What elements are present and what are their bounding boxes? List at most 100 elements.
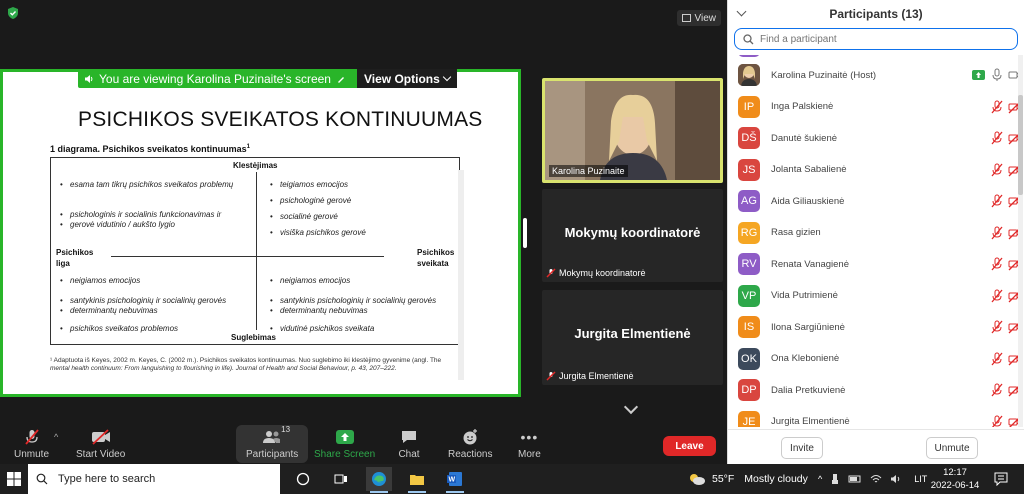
avatar — [738, 64, 760, 86]
participants-label: Participants — [246, 449, 299, 460]
tiles-scroll-down-icon[interactable] — [623, 399, 639, 415]
mic-muted-icon[interactable] — [990, 257, 1004, 271]
horizontal-axis — [111, 256, 384, 257]
panel-scrollbar[interactable] — [1018, 55, 1023, 427]
view-button[interactable]: View — [676, 10, 721, 26]
volume-icon[interactable] — [890, 474, 902, 484]
unmute-button[interactable]: Unmute — [14, 428, 49, 460]
q1-item-cont-text: gerovė vidutinio / aukšto lygio — [70, 220, 175, 229]
participant-row[interactable]: RV Renata Vanagienė — [728, 249, 1022, 279]
participant-row[interactable]: OK Ona Klebonienė — [728, 344, 1022, 374]
share-banner: You are viewing Karolina Puzinaite's scr… — [78, 69, 457, 88]
more-label: More — [518, 449, 541, 460]
participant-row[interactable]: JE Jurgita Elmentienė — [728, 407, 1022, 428]
label-bottom: Suglebimas — [231, 333, 276, 342]
weather-text: Mostly cloudy — [744, 473, 808, 485]
document-footnote: ¹ Adaptuota iš Keyes, 2002 m. Keyes, C. … — [50, 357, 462, 373]
chat-button[interactable]: Chat — [398, 428, 420, 460]
q2-item: psichologinė gerovė — [270, 196, 351, 206]
reactions-button[interactable]: Reactions — [448, 428, 492, 460]
mic-muted-icon[interactable] — [990, 100, 1004, 114]
mic-muted-icon[interactable] — [990, 163, 1004, 177]
cortana-icon[interactable] — [290, 467, 316, 491]
leave-button[interactable]: Leave — [663, 436, 716, 456]
mic-muted-icon[interactable] — [990, 352, 1004, 366]
mic-muted-icon[interactable] — [990, 194, 1004, 208]
mic-muted-icon[interactable] — [990, 226, 1004, 240]
participant-row[interactable]: DŠ Danutė šukienė — [728, 123, 1022, 153]
encryption-shield-icon[interactable] — [6, 6, 20, 20]
mic-muted-icon[interactable] — [990, 383, 1004, 397]
panel-footer: Invite Unmute — [728, 429, 1024, 464]
q3-item: santykinis psichologinių ir socialinių g… — [60, 296, 226, 306]
participant-name: Vida Putrimienė — [771, 290, 838, 301]
video-tile[interactable]: Mokymų koordinatorė Mokymų koordinatorė — [542, 189, 723, 282]
clock-time: 12:17 — [943, 467, 967, 478]
share-screen-button[interactable]: Share Screen — [314, 428, 375, 460]
mic-muted-icon — [546, 268, 556, 278]
split-resize-handle[interactable] — [523, 218, 527, 248]
tile-name: Mokymų koordinatorė — [559, 268, 646, 278]
annotate-icon[interactable] — [336, 74, 346, 84]
mic-icon[interactable] — [990, 68, 1004, 82]
participant-row[interactable]: VP Vida Putrimienė — [728, 281, 1022, 311]
invite-button[interactable]: Invite — [781, 437, 823, 459]
tile-display-name: Mokymų koordinatorė — [564, 225, 701, 240]
chat-label: Chat — [398, 449, 420, 460]
mic-muted-icon[interactable] — [990, 415, 1004, 428]
participant-row[interactable]: IP Inga Palskienė — [728, 92, 1022, 122]
windows-start-icon[interactable] — [7, 472, 21, 486]
notifications-icon[interactable] — [994, 472, 1008, 486]
clock[interactable]: 12:17 2022-06-14 — [930, 466, 980, 492]
task-view-icon[interactable] — [328, 467, 354, 491]
label-right-2: sveikata — [417, 259, 449, 268]
avatar: JS — [738, 158, 760, 181]
video-tile-active-speaker[interactable]: Karolina Puzinaite — [542, 78, 723, 183]
tile-name-row: Jurgita Elmentienė — [546, 371, 634, 381]
label-left-2: liga — [56, 259, 70, 268]
battery-icon[interactable] — [848, 474, 862, 484]
start-video-button[interactable]: Start Video — [76, 428, 125, 460]
weather-temp: 55°F — [712, 473, 735, 485]
participants-button[interactable]: 13 Participants — [236, 425, 309, 463]
weather-widget[interactable]: 55°F Mostly cloudy — [688, 464, 808, 494]
word-icon[interactable]: W — [442, 467, 468, 493]
participant-row[interactable]: DP Dalia Pretkuvienė — [728, 375, 1022, 405]
participant-row[interactable]: AG Aida Giliauskienė — [728, 186, 1022, 216]
chat-icon — [398, 428, 420, 446]
avatar: AG — [738, 190, 760, 212]
participant-row[interactable]: JS Jolanta Sabalienė — [728, 155, 1022, 185]
participant-row[interactable]: RG Rasa gizien — [728, 218, 1022, 248]
video-off-icon — [90, 428, 112, 446]
q1-item: psichologinis ir socialinis funkcionavim… — [60, 210, 221, 220]
mic-muted-icon[interactable] — [990, 320, 1004, 334]
more-button[interactable]: ••• More — [518, 428, 541, 460]
mic-muted-icon[interactable] — [990, 289, 1004, 303]
wifi-icon[interactable] — [870, 474, 882, 484]
language-indicator[interactable]: LIT — [914, 474, 927, 484]
avatar: VP — [738, 284, 760, 307]
scroll-thumb[interactable] — [1018, 95, 1023, 195]
taskbar-search[interactable]: Type here to search — [28, 464, 280, 494]
participant-row[interactable]: Karolina Puzinaitė (Host) — [728, 60, 1022, 90]
collapse-chevron-icon[interactable] — [736, 6, 747, 17]
mic-muted-icon[interactable] — [990, 131, 1004, 145]
q1-item: esama tam tikrų psichikos sveikatos prob… — [60, 180, 233, 190]
document-scrollbar[interactable] — [458, 170, 464, 380]
participant-row[interactable]: IS Ilona Sargiūnienė — [728, 312, 1022, 342]
edge-icon[interactable] — [366, 467, 392, 493]
caret-up-icon[interactable]: ^ — [54, 432, 58, 442]
participant-name: Ilona Sargiūnienė — [771, 321, 845, 333]
unmute-all-button[interactable]: Unmute — [926, 437, 978, 459]
usb-icon[interactable] — [830, 473, 840, 485]
participant-search[interactable] — [734, 28, 1018, 50]
share-banner-text: You are viewing Karolina Puzinaite's scr… — [99, 71, 331, 86]
video-tile[interactable]: Jurgita Elmentienė Jurgita Elmentienė — [542, 290, 723, 385]
more-dots-icon: ••• — [520, 429, 539, 445]
file-explorer-icon[interactable] — [404, 467, 430, 493]
tray-chevron-icon[interactable]: ^ — [818, 474, 822, 484]
share-screen-label: Share Screen — [314, 449, 376, 460]
participant-name: Aida Giliauskienė — [771, 195, 845, 207]
search-input[interactable] — [760, 33, 980, 45]
view-options-button[interactable]: View Options — [356, 69, 457, 88]
